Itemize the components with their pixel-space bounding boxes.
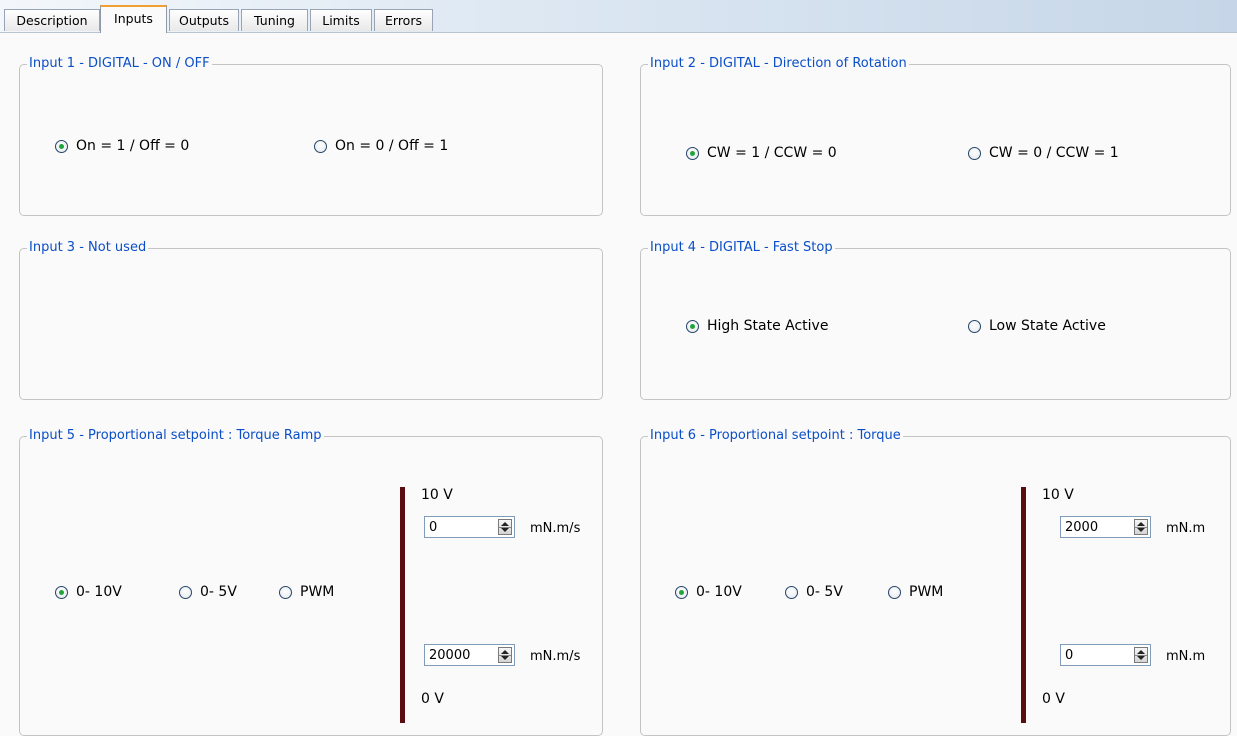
input4-option-low-state-active[interactable]: Low State Active [968, 318, 1106, 334]
input6-top-value-stepper[interactable] [1060, 516, 1151, 538]
input1-option2-label: On = 0 / Off = 1 [335, 138, 449, 154]
input3-title: Input 3 - Not used [27, 239, 149, 257]
input6-group: Input 6 - Proportional setpoint : Torque… [640, 427, 1231, 736]
input5-option2-label: 0- 5V [200, 584, 237, 600]
input1-option-on0-off1[interactable]: On = 0 / Off = 1 [314, 138, 448, 154]
input5-top-voltage-label: 10 V [421, 487, 453, 503]
input6-bottom-value-stepper[interactable] [1060, 644, 1151, 666]
input5-top-value-stepper[interactable] [424, 516, 515, 538]
spin-updown-icon[interactable] [1134, 519, 1148, 535]
radio-unchecked-icon [785, 585, 798, 599]
tab-bar: Description Inputs Outputs Tuning Limits… [0, 0, 1237, 33]
input2-option-cw0-ccw1[interactable]: CW = 0 / CCW = 1 [968, 145, 1119, 161]
input1-option1-label: On = 1 / Off = 0 [76, 138, 190, 154]
radio-unchecked-icon [888, 585, 901, 599]
input1-option-on1-off0[interactable]: On = 1 / Off = 0 [55, 138, 189, 154]
input6-voltage-scale-bar [1021, 487, 1026, 723]
input6-option2-label: 0- 5V [806, 584, 843, 600]
input3-group: Input 3 - Not used [19, 239, 603, 400]
input4-title: Input 4 - DIGITAL - Fast Stop [648, 239, 835, 257]
input6-option1-label: 0- 10V [696, 584, 742, 600]
input6-bottom-voltage-label: 0 V [1042, 691, 1065, 707]
radio-checked-icon [675, 585, 688, 599]
spin-updown-icon[interactable] [498, 519, 512, 535]
input6-top-value-input[interactable] [1063, 518, 1123, 536]
input6-top-unit: mN.m [1166, 521, 1206, 536]
input5-bottom-value-stepper[interactable] [424, 644, 515, 666]
input5-option3-label: PWM [300, 584, 335, 600]
input2-group: Input 2 - DIGITAL - Direction of Rotatio… [640, 55, 1231, 216]
input5-option-pwm[interactable]: PWM [279, 584, 334, 600]
input5-bottom-value-input[interactable] [427, 646, 487, 664]
input6-bottom-unit: mN.m [1166, 649, 1206, 664]
input4-option1-label: High State Active [707, 318, 829, 334]
input5-voltage-scale-bar [400, 487, 405, 723]
input1-group: Input 1 - DIGITAL - ON / OFF On = 1 / Of… [19, 55, 603, 216]
radio-unchecked-icon [279, 585, 292, 599]
input2-option2-label: CW = 0 / CCW = 1 [989, 145, 1119, 161]
radio-checked-icon [55, 585, 68, 599]
input4-option2-label: Low State Active [989, 318, 1106, 334]
tab-outputs[interactable]: Outputs [169, 9, 239, 31]
input5-top-value-input[interactable] [427, 518, 487, 536]
radio-unchecked-icon [968, 319, 981, 333]
radio-unchecked-icon [968, 146, 981, 160]
input2-option1-label: CW = 1 / CCW = 0 [707, 145, 837, 161]
input5-bottom-unit: mN.m/s [530, 649, 581, 664]
input6-top-voltage-label: 10 V [1042, 487, 1074, 503]
tab-tuning[interactable]: Tuning [241, 9, 308, 31]
input2-option-cw1-ccw0[interactable]: CW = 1 / CCW = 0 [686, 145, 837, 161]
tab-limits[interactable]: Limits [310, 9, 372, 31]
input5-bottom-voltage-label: 0 V [421, 691, 444, 707]
radio-unchecked-icon [314, 139, 327, 153]
input4-option-high-state-active[interactable]: High State Active [686, 318, 828, 334]
input5-option-0-10v[interactable]: 0- 10V [55, 584, 122, 600]
radio-checked-icon [55, 139, 68, 153]
input6-option-pwm[interactable]: PWM [888, 584, 943, 600]
spin-updown-icon[interactable] [498, 647, 512, 663]
input2-title: Input 2 - DIGITAL - Direction of Rotatio… [648, 55, 909, 73]
input6-title: Input 6 - Proportional setpoint : Torque [648, 427, 903, 445]
tab-description[interactable]: Description [4, 9, 100, 31]
input6-bottom-value-input[interactable] [1063, 646, 1123, 664]
tab-inputs[interactable]: Inputs [100, 5, 167, 33]
input6-option-0-5v[interactable]: 0- 5V [785, 584, 843, 600]
input1-title: Input 1 - DIGITAL - ON / OFF [27, 55, 212, 73]
input6-option3-label: PWM [909, 584, 944, 600]
radio-checked-icon [686, 319, 699, 333]
input5-group: Input 5 - Proportional setpoint : Torque… [19, 427, 603, 736]
input5-option-0-5v[interactable]: 0- 5V [179, 584, 237, 600]
radio-checked-icon [686, 146, 699, 160]
input5-option1-label: 0- 10V [76, 584, 122, 600]
input5-top-unit: mN.m/s [530, 521, 581, 536]
tab-errors[interactable]: Errors [374, 9, 433, 31]
input5-title: Input 5 - Proportional setpoint : Torque… [27, 427, 324, 445]
radio-unchecked-icon [179, 585, 192, 599]
input6-option-0-10v[interactable]: 0- 10V [675, 584, 742, 600]
spin-updown-icon[interactable] [1134, 647, 1148, 663]
input4-group: Input 4 - DIGITAL - Fast Stop High State… [640, 239, 1231, 400]
